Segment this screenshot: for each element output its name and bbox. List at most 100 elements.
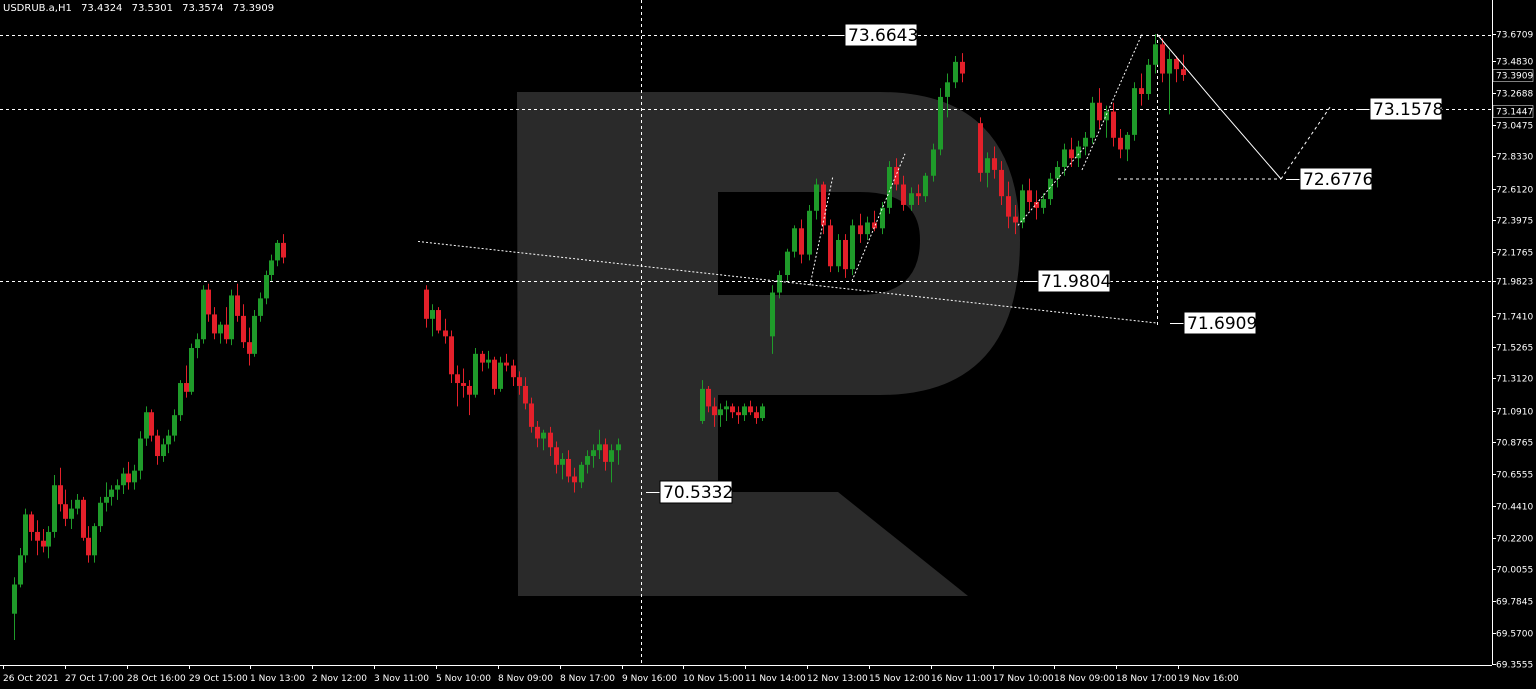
- candle: [807, 204, 812, 261]
- candle-body: [1111, 111, 1116, 138]
- candle-body: [1153, 44, 1158, 65]
- candle-body: [541, 432, 546, 439]
- x-tick-label: 8 Nov 09:00: [498, 674, 553, 684]
- y-tick-label: 69.3555: [1496, 661, 1533, 671]
- y-tick-label: 71.9823: [1496, 278, 1533, 288]
- candle: [511, 359, 516, 386]
- candle: [1118, 129, 1123, 159]
- price-chart[interactable]: 73.6709 73.4830 73.2688 73.0475 72.8330 72.61…: [0, 0, 1536, 689]
- candle: [46, 526, 51, 559]
- x-tick-label: 16 Nov 11:00: [931, 674, 992, 684]
- candle: [730, 403, 735, 419]
- candle: [1146, 58, 1151, 100]
- candle: [1027, 178, 1032, 211]
- x-tick-label: 29 Oct 15:00: [189, 674, 248, 684]
- candle: [461, 368, 466, 398]
- candle: [29, 511, 34, 541]
- candle: [748, 400, 753, 416]
- tag-label: 71.9804: [1041, 272, 1111, 292]
- candle-body: [258, 298, 263, 316]
- candle-body: [201, 289, 206, 340]
- candle-body: [1132, 88, 1137, 135]
- candle-body: [229, 295, 234, 340]
- candle: [1090, 96, 1095, 144]
- candle: [69, 499, 74, 530]
- high-value: 73.5301: [131, 3, 173, 14]
- candle-body: [1174, 58, 1179, 70]
- candle-body: [880, 207, 885, 229]
- candle: [63, 489, 68, 527]
- candle: [241, 304, 246, 349]
- x-tick-label: 3 Nov 11:00: [374, 674, 429, 684]
- candle-body: [931, 149, 936, 176]
- candle: [1132, 82, 1137, 141]
- y-tick-label: 73.2688: [1496, 90, 1533, 100]
- candle: [81, 496, 86, 541]
- y-tick-label: 71.7410: [1496, 313, 1533, 323]
- candle-body: [189, 348, 194, 392]
- candle: [504, 353, 509, 372]
- candle-body: [785, 251, 790, 276]
- candle: [18, 548, 23, 588]
- candle-body: [712, 406, 717, 416]
- candle-body: [480, 353, 485, 363]
- candle: [828, 219, 833, 273]
- y-tick-label: 73.4830: [1496, 58, 1533, 68]
- candle-body: [1097, 102, 1102, 121]
- candle-body: [443, 330, 448, 337]
- tag-label: 73.1578: [1373, 100, 1443, 120]
- current-price-label: 73.3909: [1496, 72, 1533, 82]
- y-tick-label: 70.8765: [1496, 439, 1533, 449]
- candle-body: [126, 473, 131, 483]
- candle-body: [35, 531, 40, 541]
- x-tick-label: 15 Nov 12:00: [869, 674, 930, 684]
- candle-body: [98, 502, 103, 527]
- candle-body: [281, 242, 286, 258]
- candle-body: [86, 537, 91, 556]
- candle: [814, 178, 819, 220]
- candle-body: [1076, 146, 1081, 159]
- open-value: 73.4324: [81, 3, 123, 14]
- candle: [149, 409, 154, 442]
- candle: [1083, 131, 1088, 156]
- candle-body: [1006, 196, 1011, 217]
- candle-body: [212, 314, 217, 334]
- candle-body: [572, 476, 577, 483]
- candle: [486, 350, 491, 369]
- candle: [449, 330, 454, 384]
- mid-level-tag: 71.9804: [1024, 269, 1111, 293]
- candle: [109, 485, 114, 506]
- candle-body: [104, 496, 109, 503]
- candle-body: [724, 406, 729, 410]
- candle-body: [504, 362, 509, 366]
- candle-body: [1062, 149, 1067, 167]
- candle-body: [75, 499, 80, 509]
- candle-body: [449, 336, 454, 375]
- candle-body: [730, 406, 735, 413]
- candle: [480, 350, 485, 372]
- candle-body: [12, 584, 17, 614]
- candle: [178, 380, 183, 422]
- candle: [436, 307, 441, 334]
- candle: [252, 310, 257, 357]
- candle: [467, 380, 472, 416]
- candle: [498, 356, 503, 392]
- candle: [492, 356, 497, 395]
- candle: [201, 285, 206, 344]
- x-tick-label: 12 Nov 13:00: [807, 674, 868, 684]
- candle-body: [1090, 102, 1095, 138]
- candle: [52, 475, 57, 538]
- candle-body: [52, 485, 57, 532]
- candle-body: [1055, 166, 1060, 179]
- candle-body: [252, 315, 257, 354]
- y-tick-label: 73.6709: [1496, 31, 1533, 41]
- candle: [858, 213, 863, 243]
- candle: [785, 248, 790, 281]
- tag-label: 73.6643: [848, 26, 918, 46]
- candle-body: [843, 239, 848, 270]
- candle: [455, 365, 460, 407]
- candle-body: [69, 508, 74, 519]
- candle-body: [591, 450, 596, 457]
- candle-body: [777, 275, 782, 293]
- candle-body: [1146, 64, 1151, 94]
